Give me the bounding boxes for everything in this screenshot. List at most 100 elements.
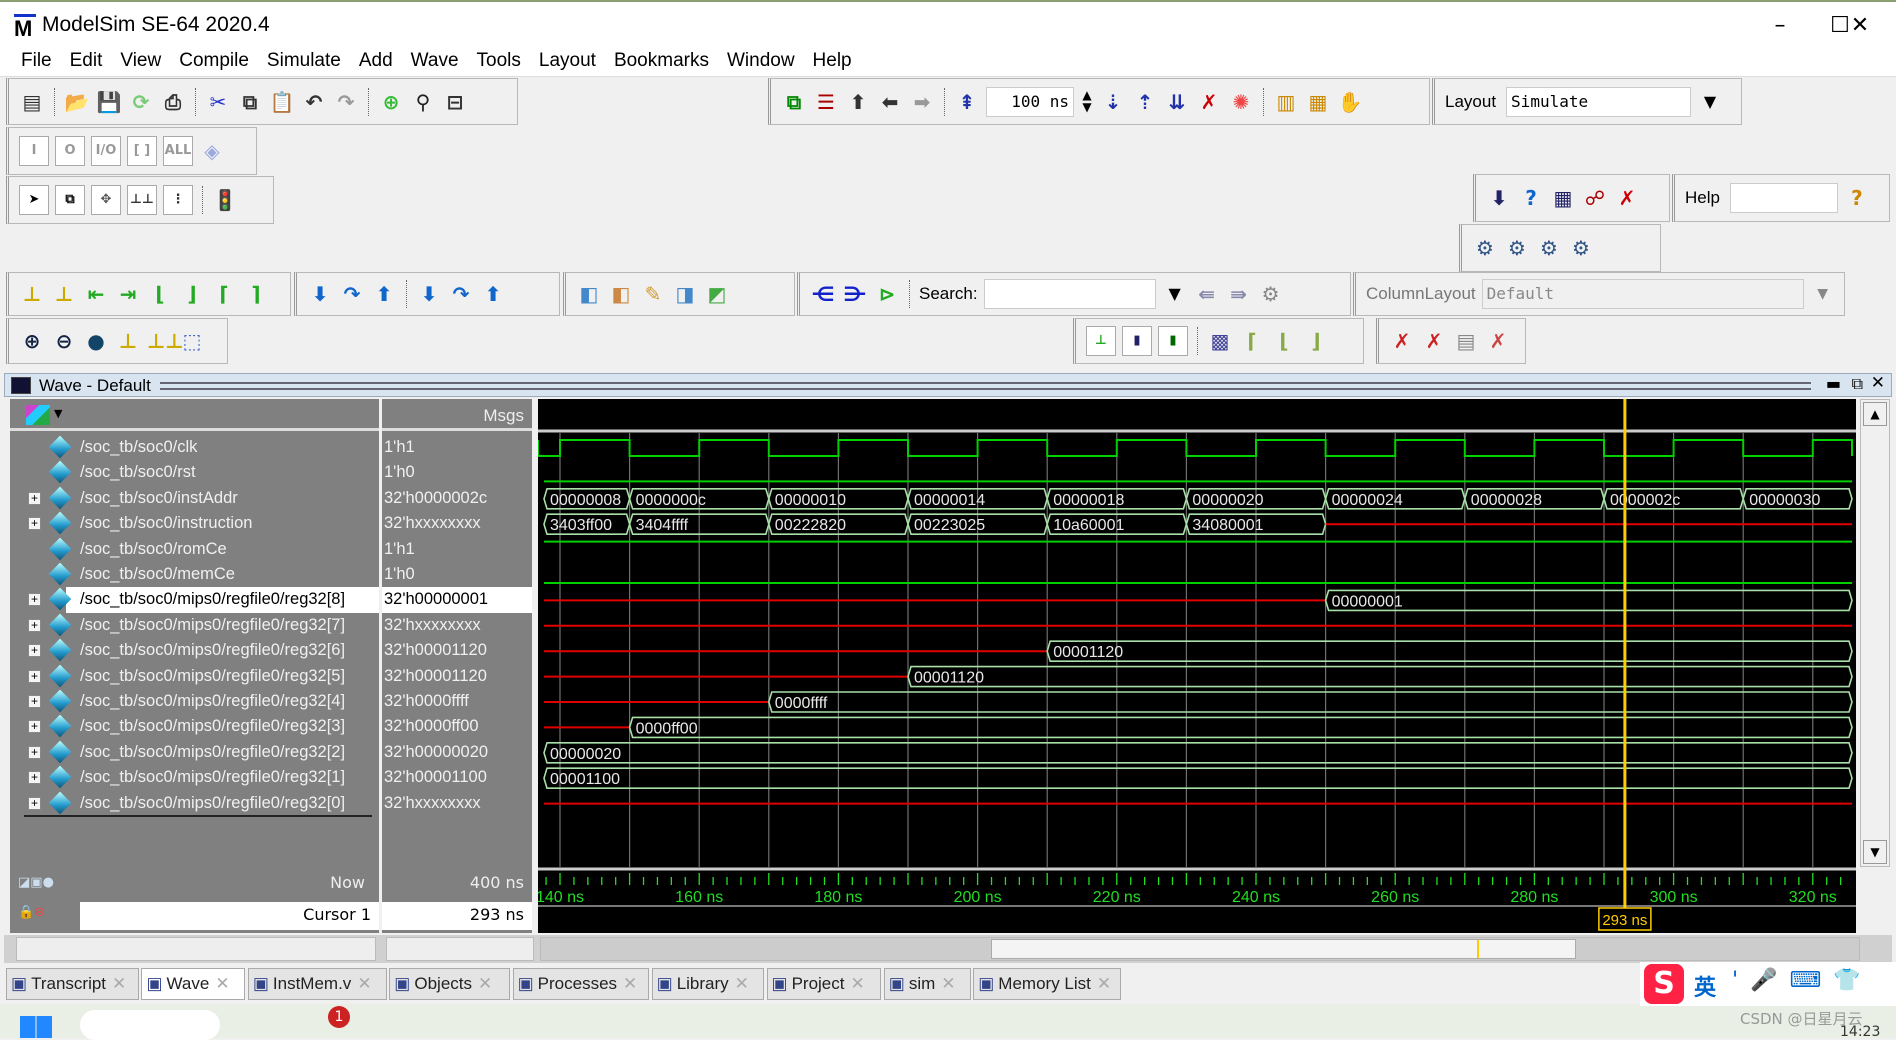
step-out-icon[interactable]: ⬆ bbox=[371, 281, 397, 307]
compile-all-icon[interactable]: ☰ bbox=[813, 89, 839, 115]
close-tab-icon[interactable]: ✕ bbox=[941, 974, 955, 993]
step-into-all-icon[interactable]: ⬇ bbox=[416, 281, 442, 307]
style-step-icon[interactable]: ⌈ bbox=[1239, 328, 1265, 354]
menu-add[interactable]: Add bbox=[350, 48, 402, 76]
gear-red-icon[interactable]: ⚙ bbox=[1472, 235, 1498, 261]
zoom-in-icon[interactable]: ⊕ bbox=[19, 328, 45, 354]
signal-row[interactable]: + /soc_tb/soc0/mips0/regfile0/reg32[2] bbox=[28, 740, 379, 765]
inout-filter-icon[interactable]: I/O bbox=[91, 136, 121, 166]
signal-row[interactable]: + /soc_tb/soc0/mips0/regfile0/reg32[0] bbox=[28, 791, 379, 816]
gear-yellow-icon[interactable]: ⚙ bbox=[1504, 235, 1530, 261]
expand-icon[interactable]: + bbox=[28, 720, 41, 734]
signal-row[interactable]: /soc_tb/soc0/memCe bbox=[48, 562, 379, 587]
wave-add-icon[interactable] bbox=[26, 405, 50, 425]
signal-row[interactable]: + /soc_tb/soc0/instruction bbox=[28, 511, 379, 536]
chevron-down-icon[interactable]: ▼ bbox=[1697, 89, 1723, 115]
close-tab-icon[interactable]: ✕ bbox=[623, 974, 637, 993]
redo-icon[interactable]: ↷ bbox=[333, 89, 359, 115]
run-length-spinner-icon[interactable]: ▲ ▼ bbox=[1080, 89, 1094, 115]
signal-row[interactable]: + /soc_tb/soc0/mips0/regfile0/reg32[8] bbox=[28, 587, 379, 613]
debug-icon[interactable]: ☍ bbox=[1582, 185, 1608, 211]
insert-cursor-icon[interactable]: ⊥ bbox=[19, 281, 45, 307]
zoom-area-icon[interactable]: ⬚ bbox=[179, 328, 205, 354]
open-folder-icon[interactable]: 📂 bbox=[64, 89, 90, 115]
internal-filter-icon[interactable]: [ ] bbox=[127, 136, 157, 166]
stop-icon[interactable]: ✺ bbox=[1228, 89, 1254, 115]
zoom-mode-icon[interactable]: ⧉ bbox=[55, 185, 85, 215]
signal-row[interactable]: + /soc_tb/soc0/mips0/regfile0/reg32[5] bbox=[28, 664, 379, 689]
step-over-icon[interactable]: ↷ bbox=[339, 281, 365, 307]
find-binoculars-icon[interactable]: ⚲ bbox=[410, 89, 436, 115]
back-arrow-icon[interactable]: ⬅ bbox=[877, 89, 903, 115]
reload-icon[interactable]: ⟳ bbox=[128, 89, 154, 115]
scroll-up-icon[interactable]: ▲ bbox=[1863, 402, 1887, 426]
search-next-icon[interactable]: ⇛ bbox=[1226, 281, 1252, 307]
close-tab-icon[interactable]: ✕ bbox=[478, 974, 492, 993]
signal-row[interactable]: + /soc_tb/soc0/mips0/regfile0/reg32[7] bbox=[28, 613, 379, 638]
style-box-icon[interactable]: ▮ bbox=[1158, 326, 1188, 356]
help-search-input[interactable] bbox=[1729, 183, 1838, 213]
expand-icon[interactable]: + bbox=[28, 517, 41, 531]
delete-cursor-icon[interactable]: ⊥ bbox=[51, 281, 77, 307]
signal-row[interactable]: + /soc_tb/soc0/mips0/regfile0/reg32[3] bbox=[28, 714, 379, 739]
waveform-svg[interactable]: 00000008 0000000c 00000010 00000014 00000018… bbox=[536, 399, 1856, 933]
search-dropdown-icon[interactable]: ▼ bbox=[1162, 281, 1188, 307]
run-icon[interactable]: ⇣ bbox=[1100, 89, 1126, 115]
wave-window-titlebar[interactable]: Wave - Default ▬ ⧉ ✕ bbox=[4, 373, 1892, 397]
expand-icon[interactable]: + bbox=[28, 669, 41, 683]
expand-icon[interactable]: + bbox=[28, 593, 41, 607]
tab-transcript[interactable]: ▣ Transcript ✕ bbox=[6, 968, 140, 1000]
close-tab-icon[interactable]: ✕ bbox=[1097, 974, 1111, 993]
search-prev-icon[interactable]: ⇚ bbox=[1194, 281, 1220, 307]
input-filter-icon[interactable]: I bbox=[19, 136, 49, 166]
close-button[interactable]: ✕ bbox=[1840, 10, 1880, 42]
signal-row[interactable]: + /soc_tb/soc0/mips0/regfile0/reg32[4] bbox=[28, 689, 379, 714]
compile-icon[interactable]: ⧉ bbox=[781, 89, 807, 115]
minimize-pane-icon[interactable]: ▬ bbox=[1826, 374, 1841, 393]
scroll-down-icon[interactable]: ▼ bbox=[1863, 840, 1887, 864]
gear-warning-icon[interactable]: ⚙ bbox=[1536, 235, 1562, 261]
layout-select[interactable]: Simulate bbox=[1506, 86, 1692, 117]
performance-icon[interactable]: ▥ bbox=[1273, 89, 1299, 115]
search-options-icon[interactable]: ⚙ bbox=[1258, 281, 1284, 307]
close-tab-icon[interactable]: ✕ bbox=[850, 974, 864, 993]
list-icon[interactable]: ▦ bbox=[1550, 185, 1576, 211]
add-wave-icon[interactable]: ◧ bbox=[576, 281, 602, 307]
menu-simulate[interactable]: Simulate bbox=[258, 48, 350, 76]
copy-icon[interactable]: ⧉ bbox=[237, 89, 263, 115]
zoom-between-cursors-icon[interactable]: ⊥⊥ bbox=[147, 328, 184, 354]
help-search-icon[interactable]: ? bbox=[1844, 185, 1870, 211]
tab-instmem-v[interactable]: ▣ InstMem.v ✕ bbox=[247, 968, 387, 1000]
traffic-light-icon[interactable]: 🚦 bbox=[212, 187, 238, 213]
scroll-thumb[interactable] bbox=[991, 939, 1576, 959]
expand-icon[interactable]: + bbox=[28, 695, 41, 708]
expand-icon[interactable]: + bbox=[28, 771, 41, 785]
gear-green-icon[interactable]: ⚙ bbox=[1568, 235, 1594, 261]
zoom-cursor-icon[interactable]: ⊥ bbox=[115, 328, 141, 354]
menu-wave[interactable]: Wave bbox=[402, 48, 468, 76]
ime-tools-icon[interactable]: '🎤⌨👕 bbox=[1732, 968, 1873, 993]
expand-icon[interactable]: + bbox=[28, 618, 41, 632]
pan-mode-icon[interactable]: ✥ bbox=[91, 185, 121, 215]
up-arrow-icon[interactable]: ⬆ bbox=[845, 89, 871, 115]
new-file-icon[interactable]: ▤ bbox=[19, 89, 45, 115]
collapse-icon[interactable]: ⊟ bbox=[442, 89, 468, 115]
lock-cursor-icon[interactable]: ▤ bbox=[1453, 328, 1479, 354]
column-layout-select[interactable]: Default bbox=[1481, 279, 1804, 309]
trace-back-icon[interactable]: ⋲ bbox=[810, 281, 836, 307]
forward-arrow-icon[interactable]: ➡ bbox=[909, 89, 935, 115]
style-bar-icon[interactable]: ▮ bbox=[1122, 326, 1152, 356]
tab-project[interactable]: ▣ Project ✕ bbox=[766, 968, 882, 1000]
menu-file[interactable]: File bbox=[12, 48, 61, 76]
search-input[interactable] bbox=[983, 279, 1156, 309]
restart-icon[interactable]: ⇞ bbox=[954, 89, 980, 115]
drag-handle[interactable] bbox=[160, 382, 1811, 390]
step-over-all-icon[interactable]: ↷ bbox=[448, 281, 474, 307]
close-tab-icon[interactable]: ✕ bbox=[215, 974, 229, 993]
tab-wave[interactable]: ▣ Wave ✕ bbox=[141, 968, 246, 1000]
trace-x-icon[interactable]: ⊳ bbox=[874, 281, 900, 307]
zoom-out-icon[interactable]: ⊖ bbox=[51, 328, 77, 354]
paste-icon[interactable]: 📋 bbox=[269, 89, 295, 115]
print-icon[interactable]: ⎙ bbox=[160, 89, 186, 115]
next-rising-icon[interactable]: ⌉ bbox=[243, 281, 269, 307]
